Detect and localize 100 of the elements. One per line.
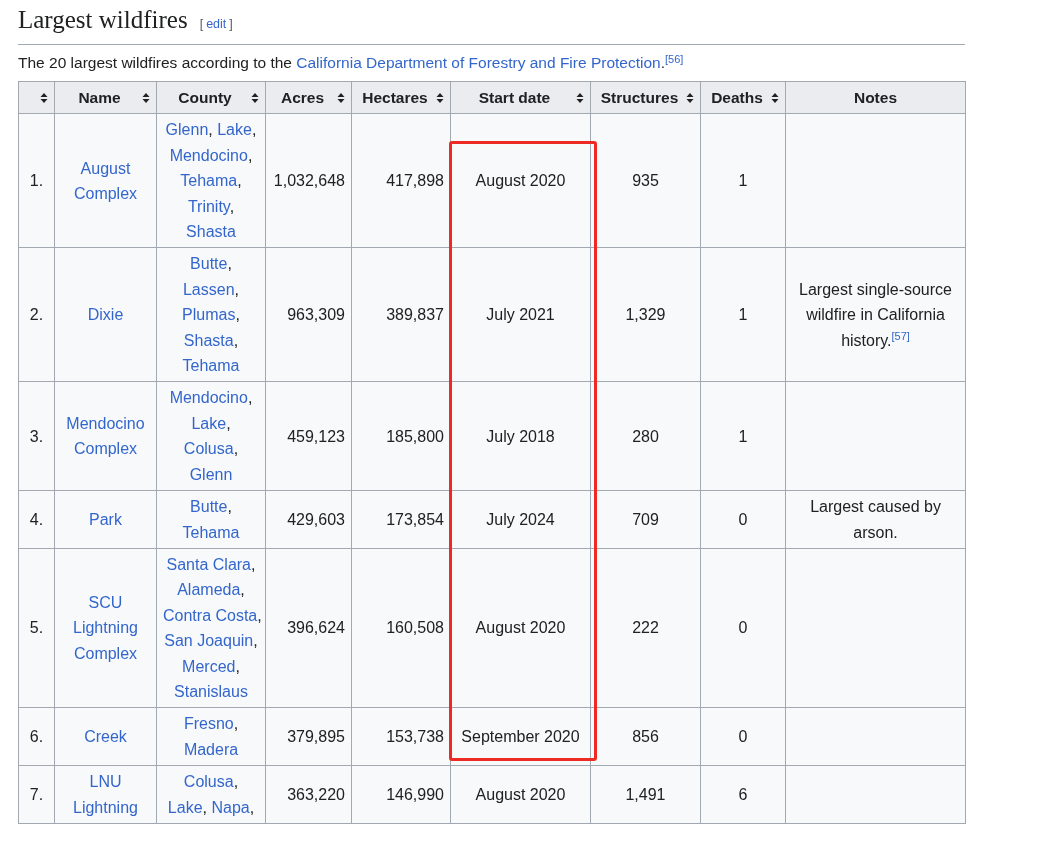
comma-separator: , (233, 440, 239, 458)
comma-separator: , (235, 306, 240, 324)
county-link[interactable]: Glenn (165, 121, 209, 139)
county-link[interactable]: Napa (211, 798, 250, 816)
start-date-cell: August 2020 (450, 765, 591, 824)
column-header[interactable]: Deaths (700, 81, 786, 114)
acres-cell: 459,123 (265, 381, 352, 491)
comma-separator: , (237, 172, 242, 190)
county-link[interactable]: Butte (190, 255, 228, 273)
edit-link[interactable]: edit (206, 15, 227, 34)
acres-cell: 429,603 (265, 490, 352, 549)
county-link[interactable]: Fresno (183, 715, 234, 733)
start-date-cell: July 2024 (450, 490, 591, 549)
comma-separator: , (251, 555, 256, 573)
comma-separator: , (247, 146, 253, 164)
county-link[interactable]: Mendocino (169, 389, 248, 407)
edit-bracket: [ (199, 16, 204, 33)
fire-name-link[interactable]: Creek (84, 724, 127, 750)
comma-separator: , (202, 798, 207, 816)
comma-separator: , (234, 280, 239, 298)
county-link[interactable]: Colusa (183, 773, 234, 791)
start-date-cell: July 2018 (450, 381, 591, 491)
start-date-cell: August 2020 (450, 548, 591, 708)
intro-paragraph: The 20 largest wildfires according to the California Department of Forestry and Fire Protection.$^{[56]}$ (18, 51, 685, 73)
county-link[interactable]: Shasta (183, 331, 234, 349)
acres-cell: 963,309 (265, 247, 352, 382)
structures-cell: 1,491 (590, 765, 701, 824)
comma-separator: , (227, 498, 232, 516)
county-link[interactable]: Plumas (182, 306, 236, 324)
comma-separator: , (226, 414, 231, 432)
comma-separator: , (247, 389, 253, 407)
county-link[interactable]: Tehama (180, 172, 238, 190)
column-header[interactable]: County (156, 81, 266, 114)
acres-cell: 379,895 (265, 707, 352, 766)
comma-separator: , (257, 606, 262, 624)
department-link[interactable]: California Department of Forestry and Fire Protection (296, 54, 661, 71)
start-date-cell: July 2021 (450, 247, 591, 382)
rank-cell: 4. (18, 490, 55, 549)
structures-cell: 222 (590, 548, 701, 708)
comma-separator: , (208, 121, 213, 139)
comma-separator: , (233, 331, 239, 349)
deaths-cell: 1 (700, 113, 786, 248)
deaths-cell: 0 (700, 707, 786, 766)
edit-bracket: ] (229, 16, 233, 33)
deaths-cell: 0 (700, 490, 786, 549)
county-link[interactable]: Lake (191, 414, 227, 432)
county-link[interactable]: Alameda (177, 581, 241, 599)
start-date-cell: August 2020 (450, 113, 591, 248)
county-link[interactable]: Lake (217, 121, 252, 139)
acres-cell: 1,032,648 (265, 113, 352, 248)
section-heading: Largest wildfires (18, 5, 188, 35)
deaths-cell: 0 (700, 548, 786, 708)
county-link[interactable]: Butte (190, 498, 228, 516)
county-link[interactable]: Contra Costa (163, 606, 258, 624)
county-link[interactable]: Stanislaus (174, 682, 248, 700)
county-link[interactable]: Colusa (183, 440, 234, 458)
county-link[interactable]: Tehama (182, 357, 240, 375)
comma-separator: , (227, 255, 232, 273)
county-link[interactable]: Mendocino (169, 146, 248, 164)
fire-name-link[interactable]: Dixie (87, 302, 124, 328)
county-link[interactable]: Glenn (189, 465, 233, 483)
structures-cell: 856 (590, 707, 701, 766)
comma-separator: , (249, 798, 255, 816)
county-link[interactable]: Madera (183, 740, 239, 758)
comma-separator: , (233, 773, 239, 791)
comma-separator: , (233, 715, 239, 733)
notes-cell: Largest single-source wildfire in California history.$^{[57]}$ (785, 247, 966, 382)
start-date-cell: September 2020 (450, 707, 591, 766)
county-link[interactable]: Trinity (187, 197, 230, 215)
hectares-cell: 417,898 (351, 113, 451, 248)
county-link[interactable]: San Joaquin (164, 632, 254, 650)
column-header[interactable]: Structures (590, 81, 701, 114)
county-link[interactable]: Merced (182, 657, 236, 675)
deaths-cell: 1 (700, 247, 786, 382)
structures-cell: 709 (590, 490, 701, 549)
county-link[interactable]: Santa Clara (166, 555, 251, 573)
column-header[interactable]: Acres (265, 81, 352, 114)
deaths-cell: 1 (700, 381, 786, 491)
county-link[interactable]: Shasta (186, 223, 236, 241)
acres-cell: 363,220 (265, 765, 352, 824)
comma-separator: , (251, 121, 257, 139)
fire-name-link[interactable]: Park (89, 506, 122, 533)
column-header[interactable]: Name (54, 81, 157, 114)
rank-cell: 7. (18, 765, 55, 824)
comma-separator: , (235, 657, 240, 675)
deaths-cell: 6 (700, 765, 786, 824)
structures-cell: 935 (590, 113, 701, 248)
column-header[interactable]: Hectares (351, 81, 451, 114)
county-link[interactable]: Lake (167, 798, 203, 816)
acres-cell: 396,624 (265, 548, 352, 708)
rank-cell: 3. (18, 381, 55, 491)
hectares-cell: 146,990 (351, 765, 451, 824)
rank-cell: 6. (18, 707, 55, 766)
column-header[interactable]: Start date (450, 81, 591, 114)
column-header: Notes (785, 81, 966, 114)
structures-cell: 1,329 (590, 247, 701, 382)
comma-separator: , (240, 581, 245, 599)
county-link[interactable]: Lassen (182, 280, 235, 298)
county-link[interactable]: Tehama (182, 523, 240, 541)
rank-cell: 1. (18, 113, 55, 248)
